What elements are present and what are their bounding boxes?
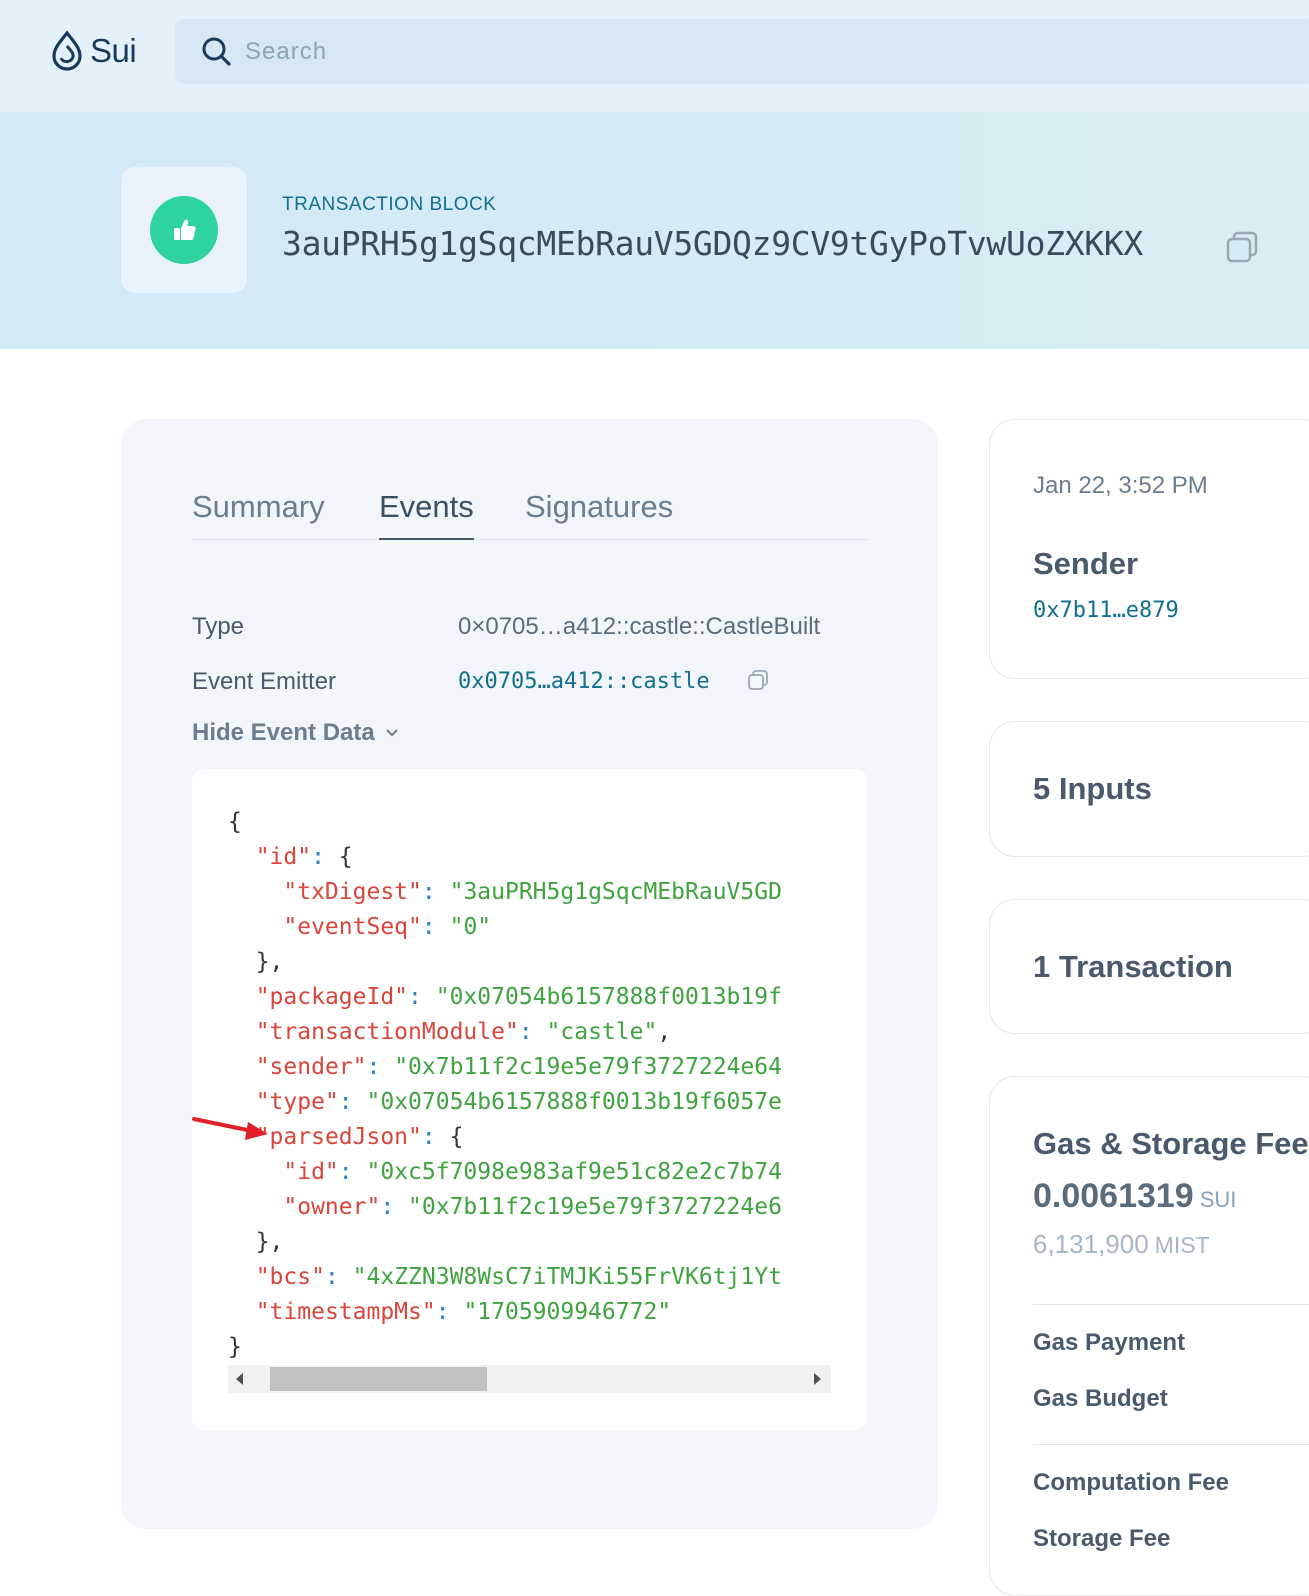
- thumbs-up-icon: [174, 219, 196, 240]
- gas-heading: Gas & Storage Fee: [1033, 1126, 1309, 1161]
- type-label: Type: [192, 613, 245, 640]
- json-line: "timestampMs": "1705909946772": [255, 1299, 672, 1325]
- transaction-digest: 3auPRH5g1gSqcMEbRauV5GDQz9CV9tGyPoTvwUoZ…: [282, 224, 1143, 263]
- json-line: "sender": "0x7b11f2c19e5e79f3727224e64: [255, 1054, 782, 1080]
- sui-drop-icon: [52, 30, 82, 71]
- details-panel: Summary Events Signatures Type 0×0705…a4…: [121, 419, 938, 1529]
- json-line: "packageId": "0x07054b6157888f0013b19f: [255, 984, 782, 1010]
- storage-fee-label: Storage Fee: [1033, 1525, 1171, 1552]
- json-line: "bcs": "4xZZN3W8WsC7iTMJKi55FrVK6tj1Yt: [255, 1264, 782, 1290]
- inputs-heading: 5 Inputs: [1033, 771, 1152, 806]
- search-input[interactable]: [245, 19, 1145, 84]
- sender-address-link[interactable]: 0x7b11…e879: [1033, 598, 1179, 623]
- json-line: {: [228, 809, 242, 835]
- status-card: [121, 167, 247, 293]
- gas-total-unit: SUI: [1199, 1187, 1237, 1212]
- copy-icon[interactable]: [747, 669, 769, 691]
- tab-signatures[interactable]: Signatures: [525, 489, 673, 540]
- gas-mist-unit: MIST: [1154, 1232, 1210, 1258]
- tab-events[interactable]: Events: [379, 489, 474, 540]
- scroll-right-arrow[interactable]: [814, 1373, 821, 1385]
- json-line: "txDigest": "3auPRH5g1gSqcMEbRauV5GD: [283, 879, 782, 905]
- horizontal-scrollbar[interactable]: [228, 1365, 831, 1393]
- timestamp: Jan 22, 3:52 PM: [1033, 472, 1208, 499]
- gas-payment-label: Gas Payment: [1033, 1329, 1186, 1356]
- json-line: "owner": "0x7b11f2c19e5e79f3727224e6: [283, 1194, 782, 1220]
- json-line: "eventSeq": "0": [283, 914, 492, 940]
- top-bar: Sui: [0, 0, 1309, 112]
- chevron-down-icon: [386, 729, 398, 737]
- json-line: "type": "0x07054b6157888f0013b19f6057e: [255, 1089, 782, 1115]
- scroll-left-arrow[interactable]: [236, 1373, 243, 1385]
- event-emitter-label: Event Emitter: [192, 668, 337, 695]
- json-line: },: [228, 949, 284, 975]
- gas-mist-value: 6,131,900: [1033, 1229, 1149, 1259]
- page-eyebrow: TRANSACTION BLOCK: [282, 194, 497, 215]
- hide-event-data-toggle[interactable]: Hide Event Data: [192, 719, 399, 747]
- sui-logo[interactable]: Sui: [50, 30, 137, 72]
- json-line: "transactionModule": "castle",: [255, 1019, 672, 1045]
- divider: [1033, 1444, 1309, 1445]
- transaction-header: TRANSACTION BLOCK 3auPRH5g1gSqcMEbRauV5G…: [0, 112, 1309, 349]
- gas-total-value: 0.0061319: [1033, 1177, 1194, 1215]
- event-data-json: { "id": { "txDigest": "3auPRH5g1gSqcMEbR…: [192, 769, 867, 1430]
- gas-budget-label: Gas Budget: [1033, 1385, 1168, 1412]
- scroll-thumb[interactable]: [270, 1367, 487, 1391]
- toggle-label: Hide Event Data: [192, 719, 375, 746]
- json-line: "id": {: [255, 844, 353, 870]
- transactions-card[interactable]: 1 Transaction: [989, 899, 1309, 1034]
- gas-total: 0.0061319 SUI: [1033, 1177, 1236, 1216]
- gas-mist: 6,131,900 MIST: [1033, 1229, 1210, 1260]
- divider: [1033, 1304, 1309, 1305]
- inputs-card[interactable]: 5 Inputs: [989, 721, 1309, 857]
- search-bar[interactable]: [175, 19, 1309, 84]
- json-line: },: [228, 1229, 284, 1255]
- transactions-heading: 1 Transaction: [1033, 949, 1233, 984]
- sender-card: Jan 22, 3:52 PM Sender 0x7b11…e879: [989, 419, 1309, 679]
- computation-fee-label: Computation Fee: [1033, 1469, 1229, 1496]
- gas-card: Gas & Storage Fee 0.0061319 SUI 6,131,90…: [989, 1076, 1309, 1596]
- copy-icon[interactable]: [1225, 230, 1259, 264]
- annotation-arrow-icon: [192, 1117, 268, 1140]
- tab-summary[interactable]: Summary: [192, 489, 325, 540]
- type-value: 0×0705…a412::castle::CastleBuilt: [458, 613, 821, 640]
- sender-heading: Sender: [1033, 546, 1139, 581]
- search-icon: [202, 37, 231, 66]
- json-line: "id": "0xc5f7098e983af9e51c82e2c7b74: [283, 1159, 782, 1185]
- json-viewport[interactable]: { "id": { "txDigest": "3auPRH5g1gSqcMEbR…: [228, 805, 831, 1365]
- success-status: [150, 196, 218, 264]
- event-emitter-link[interactable]: 0x0705…a412::castle: [458, 669, 710, 694]
- tab-bar: Summary Events Signatures: [192, 489, 868, 540]
- json-line: }: [228, 1334, 242, 1360]
- logo-text: Sui: [90, 32, 137, 69]
